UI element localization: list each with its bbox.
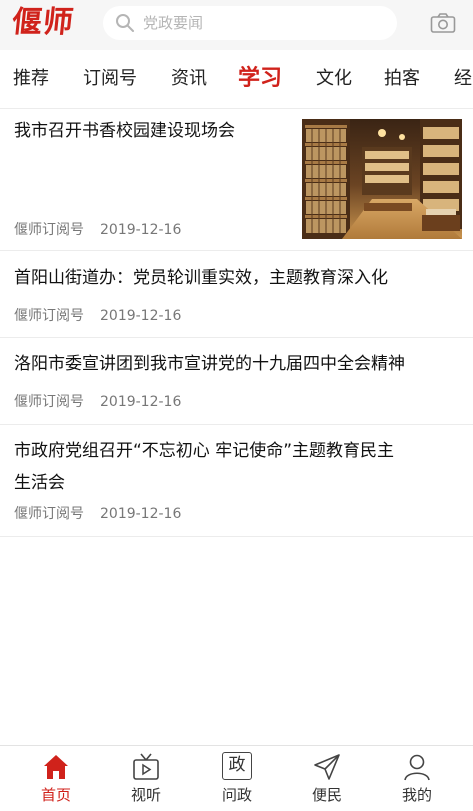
nav-home[interactable]: 首页 <box>26 746 86 811</box>
news-source: 偃师订阅号 <box>14 308 84 324</box>
news-meta: 偃师订阅号 2019-12-16 <box>14 391 181 411</box>
nav-services[interactable]: 便民 <box>297 746 357 811</box>
tab-photographer[interactable]: 拍客 <box>384 50 420 108</box>
news-date: 2019-12-16 <box>100 506 182 522</box>
news-title: 洛阳市委宣讲团到我市宣讲党的十九届四中全会精神 <box>14 354 405 374</box>
news-item[interactable]: 我市召开书香校园建设现场会 偃师订阅号 2019-12-16 <box>0 109 473 251</box>
news-date: 2019-12-16 <box>100 222 182 238</box>
news-source: 偃师订阅号 <box>14 222 84 238</box>
tab-subscriptions[interactable]: 订阅号 <box>83 50 137 108</box>
search-placeholder: 党政要闻 <box>143 14 204 32</box>
tab-recommend[interactable]: 推荐 <box>13 50 49 108</box>
news-source: 偃师订阅号 <box>14 394 84 410</box>
header: 偃师 党政要闻 <box>0 0 473 50</box>
news-meta: 偃师订阅号 2019-12-16 <box>14 503 181 523</box>
send-icon <box>314 754 340 780</box>
category-tabs: 推荐 订阅号 资讯 学习 文化 拍客 经 <box>0 50 473 109</box>
nav-profile[interactable]: 我的 <box>387 746 447 811</box>
nav-label: 问政 <box>221 786 252 804</box>
tab-culture[interactable]: 文化 <box>316 50 352 108</box>
nav-label: 首页 <box>40 786 71 804</box>
camera-icon[interactable] <box>430 12 456 34</box>
news-meta: 偃师订阅号 2019-12-16 <box>14 305 181 325</box>
app-logo[interactable]: 偃师 <box>10 4 76 42</box>
search-bar[interactable]: 党政要闻 <box>103 6 397 40</box>
news-title: 市政府党组召开“不忘初心 牢记使命”主题教育民主 生活会 <box>14 435 469 499</box>
news-source: 偃师订阅号 <box>14 506 84 522</box>
nav-label: 便民 <box>311 786 342 804</box>
news-meta: 偃师订阅号 2019-12-16 <box>14 219 181 239</box>
nav-label: 我的 <box>401 786 432 804</box>
news-item[interactable]: 洛阳市委宣讲团到我市宣讲党的十九届四中全会精神 偃师订阅号 2019-12-16 <box>0 338 473 425</box>
tab-news[interactable]: 资讯 <box>171 50 207 108</box>
news-title-line: 生活会 <box>14 473 65 493</box>
user-icon <box>404 754 430 781</box>
news-date: 2019-12-16 <box>100 394 182 410</box>
search-icon <box>116 14 134 32</box>
news-date: 2019-12-16 <box>100 308 182 324</box>
news-thumbnail-library <box>302 119 462 239</box>
news-title: 首阳山街道办：党员轮训重实效，主题教育深入化 <box>14 268 388 288</box>
news-item[interactable]: 首阳山街道办：党员轮训重实效，主题教育深入化 偃师订阅号 2019-12-16 <box>0 251 473 338</box>
tv-icon <box>133 753 159 780</box>
nav-label: 视听 <box>130 786 161 804</box>
news-title: 我市召开书香校园建设现场会 <box>14 121 235 141</box>
news-title-line: 市政府党组召开“不忘初心 牢记使命”主题教育民主 <box>14 441 395 461</box>
home-icon <box>44 755 68 779</box>
bottom-nav: 首页 视听 政 问政 便民 我的 <box>0 745 473 811</box>
tab-economy[interactable]: 经 <box>454 50 472 108</box>
nav-video[interactable]: 视听 <box>116 746 176 811</box>
wenzheng-icon: 政 <box>222 752 252 780</box>
nav-wenzheng[interactable]: 政 问政 <box>207 746 267 811</box>
news-item[interactable]: 市政府党组召开“不忘初心 牢记使命”主题教育民主 生活会 偃师订阅号 2019-1… <box>0 425 473 537</box>
tab-study[interactable]: 学习 <box>238 50 282 108</box>
